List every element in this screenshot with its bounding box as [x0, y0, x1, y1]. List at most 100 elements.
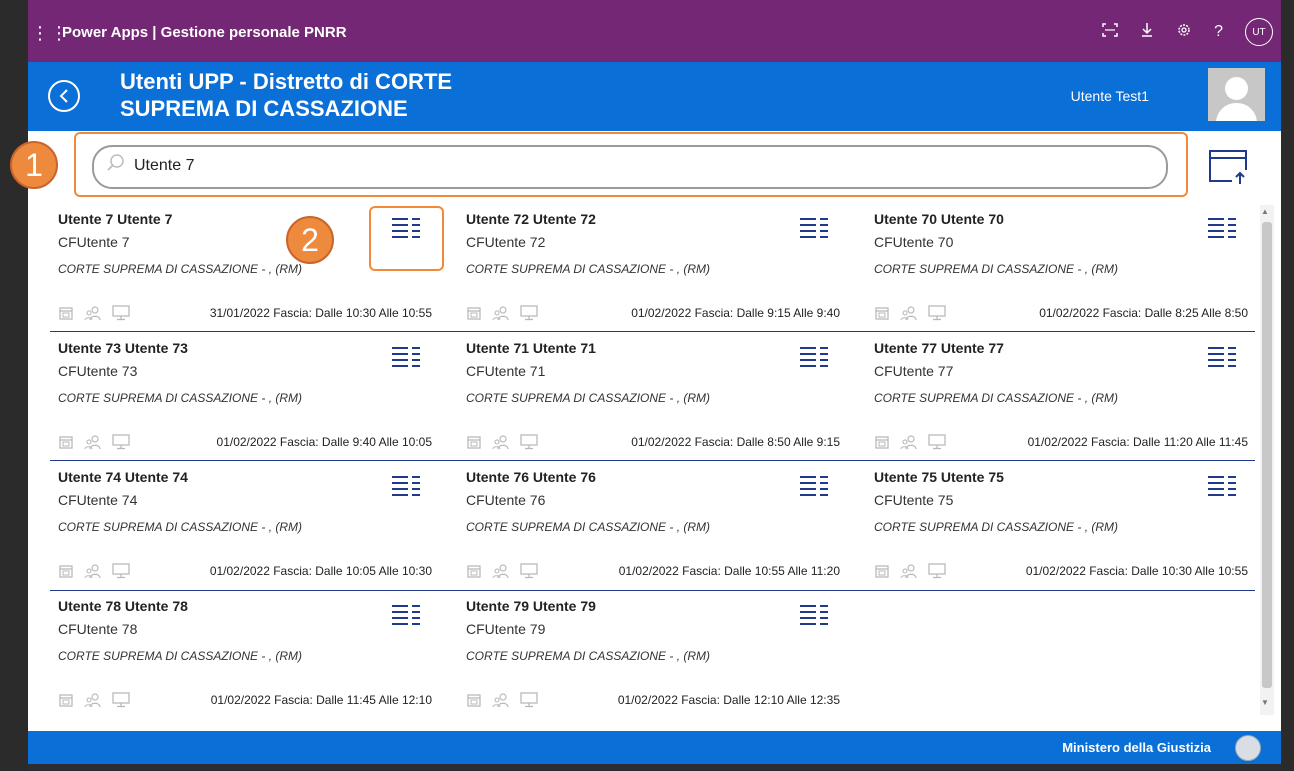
- back-button[interactable]: [48, 80, 80, 112]
- card-footer: 01/02/2022 Fascia: Dalle 8:25 Alle 8:50: [874, 303, 1248, 323]
- card-footer: 31/01/2022 Fascia: Dalle 10:30 Alle 10:5…: [58, 303, 432, 323]
- calendar-icon[interactable]: [466, 305, 482, 321]
- details-list-icon[interactable]: [390, 602, 422, 628]
- calendar-icon[interactable]: [466, 563, 482, 579]
- user-card[interactable]: Utente 77 Utente 77 CFUtente 77 CORTE SUPR…: [866, 334, 1248, 458]
- people-icon[interactable]: [84, 434, 102, 450]
- card-footer: 01/02/2022 Fascia: Dalle 11:20 Alle 11:4…: [874, 432, 1248, 452]
- search-input[interactable]: [132, 153, 1036, 179]
- avatar: [1208, 68, 1265, 121]
- calendar-icon[interactable]: [58, 563, 74, 579]
- card-footer: 01/02/2022 Fascia: Dalle 11:45 Alle 12:1…: [58, 690, 432, 710]
- user-avatar-mini[interactable]: UT: [1245, 18, 1273, 46]
- calendar-icon[interactable]: [466, 692, 482, 708]
- appointment-slot: 01/02/2022 Fascia: Dalle 9:40 Alle 10:05: [216, 435, 432, 449]
- monitor-icon[interactable]: [520, 305, 538, 321]
- gear-icon[interactable]: [1176, 22, 1192, 43]
- user-card[interactable]: Utente 79 Utente 79 CFUtente 79 CORTE SUPR…: [458, 592, 840, 716]
- user-office: CORTE SUPREMA DI CASSAZIONE - , (RM): [874, 520, 1119, 534]
- user-office: CORTE SUPREMA DI CASSAZIONE - , (RM): [58, 262, 303, 276]
- user-name: Utente 70 Utente 70: [874, 211, 1004, 227]
- card-footer-icons: [466, 305, 538, 321]
- monitor-icon[interactable]: [520, 563, 538, 579]
- people-icon[interactable]: [492, 563, 510, 579]
- current-user-name: Utente Test1: [1070, 88, 1149, 104]
- user-card[interactable]: Utente 76 Utente 76 CFUtente 76 CORTE SUPR…: [458, 463, 840, 587]
- card-footer: 01/02/2022 Fascia: Dalle 10:55 Alle 11:2…: [466, 561, 840, 581]
- card-footer: 01/02/2022 Fascia: Dalle 10:05 Alle 10:3…: [58, 561, 432, 581]
- ministry-label: Ministero della Giustizia: [1062, 740, 1211, 755]
- user-name: Utente 79 Utente 79: [466, 598, 596, 614]
- appointment-slot: 01/02/2022 Fascia: Dalle 12:10 Alle 12:3…: [617, 693, 840, 707]
- user-name: Utente 76 Utente 76: [466, 469, 596, 485]
- export-icon[interactable]: [1208, 148, 1250, 186]
- people-icon[interactable]: [492, 305, 510, 321]
- user-card[interactable]: Utente 78 Utente 78 CFUtente 78 CORTE SUPR…: [50, 592, 432, 716]
- details-list-icon[interactable]: [1206, 344, 1238, 370]
- user-card[interactable]: Utente 71 Utente 71 CFUtente 71 CORTE SUPR…: [458, 334, 840, 458]
- footer-bar: Ministero della Giustizia: [28, 731, 1281, 764]
- search-field[interactable]: [92, 145, 1168, 189]
- monitor-icon[interactable]: [112, 563, 130, 579]
- user-name: Utente 73 Utente 73: [58, 340, 188, 356]
- calendar-icon[interactable]: [58, 434, 74, 450]
- calendar-icon[interactable]: [874, 434, 890, 450]
- monitor-icon[interactable]: [112, 692, 130, 708]
- people-icon[interactable]: [900, 434, 918, 450]
- user-card[interactable]: Utente 75 Utente 75 CFUtente 75 CORTE SUPR…: [866, 463, 1248, 587]
- app-window: ⋮⋮⋮ Power Apps | Gestione personale PNRR…: [28, 0, 1281, 771]
- details-list-icon[interactable]: [798, 344, 830, 370]
- annotation-marker-1: 1: [10, 141, 58, 189]
- user-office: CORTE SUPREMA DI CASSAZIONE - , (RM): [466, 649, 711, 663]
- user-card[interactable]: Utente 72 Utente 72 CFUtente 72 CORTE SUPR…: [458, 205, 840, 329]
- monitor-icon[interactable]: [928, 305, 946, 321]
- monitor-icon[interactable]: [520, 434, 538, 450]
- page-title-line1: Utenti UPP - Distretto di CORTE: [120, 69, 453, 94]
- people-icon[interactable]: [84, 692, 102, 708]
- user-name: Utente 78 Utente 78: [58, 598, 188, 614]
- details-list-icon[interactable]: [1206, 473, 1238, 499]
- monitor-icon[interactable]: [520, 692, 538, 708]
- scroll-down-arrow[interactable]: ▼: [1261, 698, 1269, 707]
- user-card[interactable]: Utente 74 Utente 74 CFUtente 74 CORTE SUPR…: [50, 463, 432, 587]
- user-office: CORTE SUPREMA DI CASSAZIONE - , (RM): [58, 649, 303, 663]
- user-card[interactable]: Utente 70 Utente 70 CFUtente 70 CORTE SUPR…: [866, 205, 1248, 329]
- calendar-icon[interactable]: [58, 305, 74, 321]
- card-footer: 01/02/2022 Fascia: Dalle 12:10 Alle 12:3…: [466, 690, 840, 710]
- calendar-icon[interactable]: [466, 434, 482, 450]
- user-cf: CFUtente 79: [466, 621, 546, 637]
- people-icon[interactable]: [84, 305, 102, 321]
- details-list-icon[interactable]: [390, 473, 422, 499]
- people-icon[interactable]: [84, 563, 102, 579]
- monitor-icon[interactable]: [112, 305, 130, 321]
- calendar-icon[interactable]: [874, 305, 890, 321]
- people-icon[interactable]: [492, 434, 510, 450]
- people-icon[interactable]: [900, 305, 918, 321]
- scroll-up-arrow[interactable]: ▲: [1261, 207, 1269, 216]
- user-cf: CFUtente 70: [874, 234, 954, 250]
- annotation-highlight-details: [369, 206, 444, 271]
- people-icon[interactable]: [492, 692, 510, 708]
- people-icon[interactable]: [900, 563, 918, 579]
- details-list-icon[interactable]: [798, 215, 830, 241]
- user-cf: CFUtente 75: [874, 492, 954, 508]
- calendar-icon[interactable]: [58, 692, 74, 708]
- details-list-icon[interactable]: [1206, 215, 1238, 241]
- card-footer-icons: [58, 692, 130, 708]
- card-footer-icons: [58, 563, 130, 579]
- monitor-icon[interactable]: [928, 563, 946, 579]
- user-card[interactable]: Utente 73 Utente 73 CFUtente 73 CORTE SUPR…: [50, 334, 432, 458]
- gallery-scrollbar-thumb[interactable]: [1262, 222, 1272, 688]
- calendar-icon[interactable]: [874, 563, 890, 579]
- download-icon[interactable]: [1140, 22, 1154, 43]
- monitor-icon[interactable]: [112, 434, 130, 450]
- user-name: Utente 72 Utente 72: [466, 211, 596, 227]
- details-list-icon[interactable]: [390, 344, 422, 370]
- monitor-icon[interactable]: [928, 434, 946, 450]
- details-list-icon[interactable]: [798, 602, 830, 628]
- help-icon[interactable]: ?: [1214, 23, 1223, 41]
- chevron-left-icon: [59, 89, 68, 103]
- card-footer-icons: [874, 305, 946, 321]
- details-list-icon[interactable]: [798, 473, 830, 499]
- fit-screen-icon[interactable]: [1102, 22, 1118, 42]
